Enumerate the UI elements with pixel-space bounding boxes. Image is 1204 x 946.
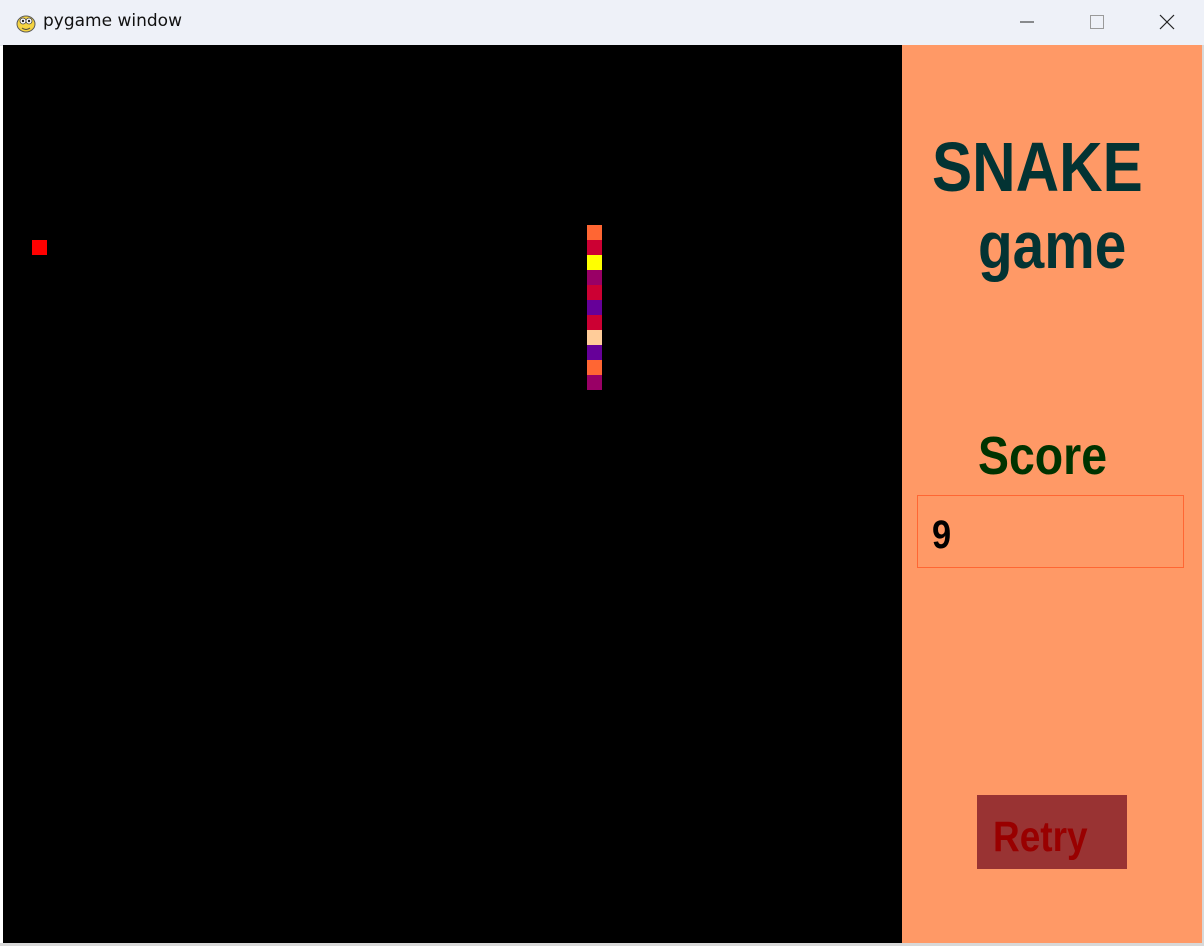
close-icon (1159, 14, 1175, 30)
snake-segment (587, 315, 602, 330)
game-board[interactable] (3, 45, 902, 943)
score-label: Score (978, 426, 1108, 486)
maximize-icon (1090, 15, 1104, 29)
game-title-line2: game (978, 208, 1127, 282)
game-title-line1: SNAKE (932, 128, 1143, 206)
score-box: 9 (917, 495, 1184, 568)
minimize-button[interactable] (992, 0, 1062, 45)
pygame-snake-icon (16, 15, 36, 33)
snake-segment (587, 285, 602, 300)
game-client-area: SNAKE game Score 9 Retry (3, 45, 1202, 943)
snake-segment (587, 270, 602, 285)
snake-head (587, 225, 602, 240)
minimize-icon (1020, 21, 1034, 23)
snake-segment (587, 375, 602, 390)
score-value: 9 (932, 513, 952, 557)
snake-segment (587, 300, 602, 315)
snake-segment (587, 360, 602, 375)
snake-segment (587, 255, 602, 270)
window-title: pygame window (43, 11, 182, 31)
snake-segment (587, 240, 602, 255)
snake-segment (587, 330, 602, 345)
maximize-button[interactable] (1062, 0, 1132, 45)
side-panel: SNAKE game Score 9 Retry (902, 45, 1202, 943)
retry-button[interactable]: Retry (977, 795, 1127, 869)
food-pellet (32, 240, 47, 255)
snake-segment (587, 345, 602, 360)
title-bar[interactable]: pygame window (0, 0, 1204, 46)
close-button[interactable] (1132, 0, 1202, 45)
retry-label: Retry (993, 813, 1088, 861)
